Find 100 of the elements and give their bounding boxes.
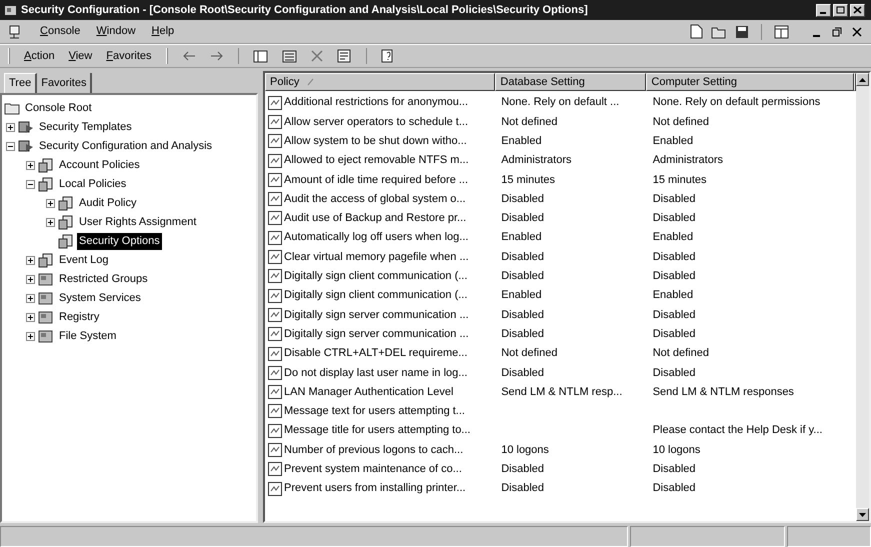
open-folder-icon[interactable] (711, 24, 727, 38)
minus-icon (7, 143, 14, 150)
policy-icon (268, 288, 282, 303)
table-cell[interactable]: Allow server operators to schedule t... (284, 114, 468, 130)
table-cell[interactable]: Number of previous logons to cach... (284, 442, 464, 458)
menu-item[interactable]: Favorites (106, 48, 152, 64)
plus-icon (47, 219, 54, 226)
table-cell-text: Send LM & NTLM resp... (501, 384, 622, 400)
table-cell[interactable]: Message text for users attempting t... (284, 403, 465, 420)
tree-item[interactable]: File System (57, 328, 118, 345)
expand-toggle[interactable] (46, 218, 55, 227)
expand-toggle[interactable] (26, 294, 35, 303)
tree-view-icon[interactable] (252, 50, 268, 62)
tree-item[interactable]: Account Policies (57, 157, 142, 174)
close-button[interactable] (850, 4, 865, 16)
table-cell-text: Disabled (652, 269, 696, 284)
tree-item[interactable]: Security Configuration and Analysis (37, 138, 214, 155)
down-arrow-icon (859, 512, 866, 516)
plus-icon (27, 257, 34, 264)
expand-toggle[interactable] (26, 275, 35, 284)
restore-icon[interactable] (831, 26, 843, 38)
policy-icon (268, 192, 282, 206)
plus-icon (47, 200, 54, 207)
menu-item[interactable]: Help (152, 23, 174, 40)
close-icon[interactable] (851, 26, 863, 38)
tree-item[interactable]: Audit Policy (77, 195, 138, 212)
expand-toggle[interactable] (26, 161, 35, 170)
expand-toggle[interactable] (26, 313, 35, 322)
menu-item[interactable]: Console (40, 23, 80, 40)
document-icon (38, 177, 54, 192)
column-header[interactable]: Computer Setting (646, 73, 854, 91)
tree-item[interactable]: Security Templates (37, 119, 134, 136)
expand-toggle[interactable] (26, 332, 35, 341)
table-cell[interactable]: LAN Manager Authentication Level (284, 384, 454, 400)
table-cell-text: Disabled (652, 192, 696, 207)
policy-icon (268, 346, 282, 360)
table-cell[interactable]: Automatically log off users when log... (284, 229, 468, 246)
scrollbar[interactable] (856, 73, 869, 521)
table-cell-text: Enabled (501, 134, 542, 149)
table-cell[interactable]: Digitally sign server communication ... (284, 326, 469, 342)
table-cell[interactable]: Digitally sign client communication (... (284, 268, 468, 285)
expand-toggle[interactable] (46, 199, 55, 208)
collapse-toggle[interactable] (6, 142, 15, 151)
app-icon (4, 4, 17, 16)
tree-item[interactable]: Registry (57, 309, 102, 326)
policy-icon (268, 250, 282, 264)
table-cell[interactable]: Allow system to be shut down witho... (284, 132, 467, 150)
expand-toggle[interactable] (26, 256, 35, 265)
table-cell-text: Disabled (652, 308, 696, 323)
column-header[interactable]: Database Setting (495, 73, 646, 91)
tree-item[interactable]: Restricted Groups (57, 271, 150, 288)
close-icon (853, 6, 862, 14)
table-cell[interactable]: Clear virtual memory pagefile when ... (284, 248, 469, 266)
table-cell-text: Administrators (652, 153, 723, 168)
table-cell[interactable]: Allowed to eject removable NTFS m... (284, 152, 469, 169)
tree-item[interactable]: Event Log (57, 252, 111, 269)
new-file-icon[interactable] (690, 24, 703, 39)
table-cell[interactable]: Prevent system maintenance of co... (284, 461, 462, 478)
save-icon[interactable] (735, 24, 749, 38)
minimize-button[interactable] (816, 4, 831, 16)
tab[interactable]: Tree (4, 73, 38, 93)
table-cell[interactable]: Amount of idle time required before ... (284, 172, 468, 188)
table-cell-text: 10 logons (652, 442, 700, 458)
table-cell-text: Disabled (652, 326, 696, 342)
policy-icon (268, 424, 282, 438)
expand-toggle[interactable] (6, 123, 15, 132)
delete-icon[interactable] (310, 50, 323, 62)
table-cell-text: Disabled (652, 211, 696, 226)
table-cell[interactable]: Digitally sign server communication ... (284, 306, 469, 324)
menu-item[interactable]: View (68, 48, 92, 64)
list-view-icon[interactable] (282, 50, 297, 62)
forward-arrow-icon[interactable] (210, 51, 224, 61)
tree-item[interactable]: Security Options (77, 233, 162, 250)
policy-icon (268, 154, 282, 168)
tree-item[interactable]: System Services (57, 290, 143, 307)
menu-item[interactable]: Window (96, 23, 136, 40)
table-cell-text: Disabled (501, 462, 544, 478)
document-icon (58, 196, 74, 211)
tree-item[interactable]: User Rights Assignment (77, 214, 198, 231)
plus-icon (7, 124, 14, 131)
tree-item[interactable]: Console Root (23, 100, 94, 117)
table-cell[interactable]: Audit use of Backup and Restore pr... (284, 210, 466, 227)
plus-icon (27, 162, 34, 169)
window-icon[interactable] (774, 24, 789, 38)
table-cell-text: Enabled (501, 288, 542, 304)
table-cell[interactable]: Prevent users from installing printer... (284, 480, 466, 497)
table-cell[interactable]: Audit the access of global system o... (284, 190, 466, 208)
table-cell[interactable]: Additional restrictions for anonymou... (284, 94, 468, 111)
menu-item[interactable]: Action (24, 48, 55, 64)
table-cell[interactable]: Do not display last user name in log... (284, 364, 468, 382)
properties-icon[interactable] (336, 49, 352, 63)
maximize-button[interactable] (833, 4, 848, 16)
collapse-toggle[interactable] (26, 180, 35, 189)
table-cell[interactable]: Disable CTRL+ALT+DEL requireme... (284, 345, 468, 362)
table-cell[interactable]: Digitally sign client communication (... (284, 287, 468, 304)
table-cell[interactable]: Message title for users attempting to... (284, 422, 470, 439)
tree-item[interactable]: Local Policies (57, 176, 128, 193)
back-arrow-icon[interactable] (182, 51, 196, 61)
column-header[interactable]: Policy (265, 73, 496, 91)
policy-icon (268, 366, 282, 380)
